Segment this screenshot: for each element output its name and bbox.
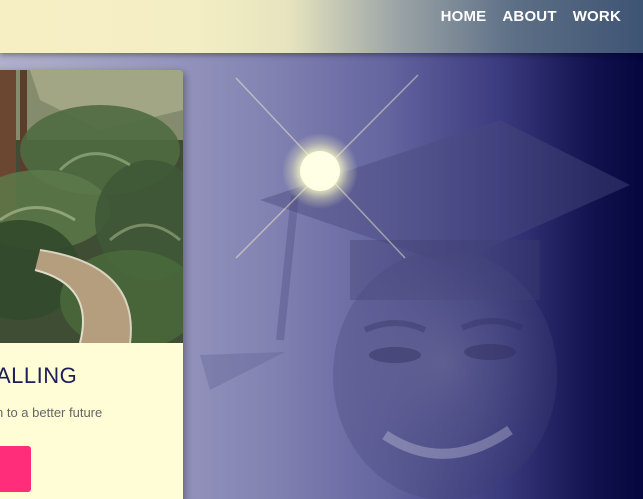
card-action-button[interactable] [0,446,31,492]
feature-card: ALLING n to a better future [0,70,183,499]
page: HOME ABOUT WORK ALLING n to a better fut… [0,0,643,499]
forest-road-image [0,70,183,343]
graduate-portrait-image [200,120,630,499]
nav-link-about[interactable]: ABOUT [502,8,556,25]
nav-link-work[interactable]: WORK [573,8,621,25]
card-title: ALLING [0,363,78,388]
main-nav: HOME ABOUT WORK [441,8,621,25]
nav-link-home[interactable]: HOME [441,8,487,25]
top-navigation-bar: HOME ABOUT WORK [0,0,643,53]
card-description: n to a better future [0,405,103,420]
